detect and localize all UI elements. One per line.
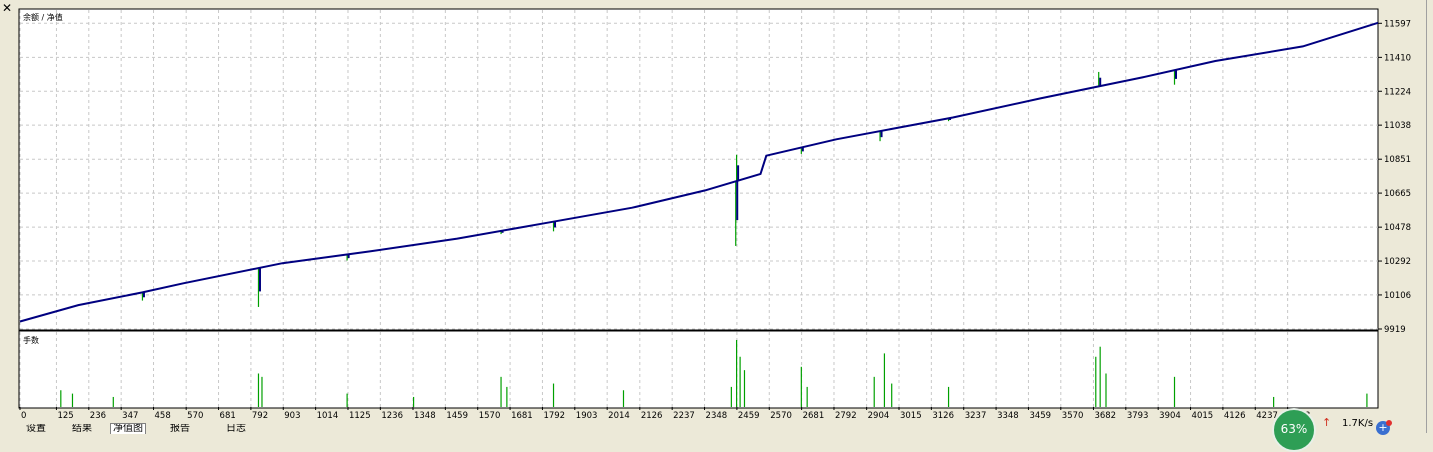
y-tick-label: 10665 [1384, 189, 1411, 199]
x-tick-label: 1236 [381, 411, 403, 421]
x-tick-label: 903 [284, 411, 300, 421]
x-tick-label: 681 [220, 411, 236, 421]
notification-dot [1386, 420, 1392, 426]
x-tick-label: 570 [187, 411, 203, 421]
x-tick-label: 2348 [706, 411, 728, 421]
x-tick-label: 1681 [511, 411, 533, 421]
x-tick-label: 3126 [932, 411, 954, 421]
x-tick-label: 2904 [868, 411, 890, 421]
x-tick-label: 2014 [608, 411, 630, 421]
tab-equity-graph[interactable]: 净值图 [110, 423, 146, 434]
y-tick-label: 11597 [1384, 19, 1411, 29]
x-tick-label: 3682 [1094, 411, 1116, 421]
x-tick-label: 2237 [673, 411, 695, 421]
x-tick-label: 236 [90, 411, 106, 421]
y-tick-label: 11224 [1384, 87, 1411, 97]
x-tick-label: 4126 [1224, 411, 1246, 421]
x-tick-label: 1459 [446, 411, 468, 421]
x-tick-label: 1014 [317, 411, 339, 421]
x-tick-label: 2459 [738, 411, 760, 421]
x-tick-label: 2792 [835, 411, 857, 421]
x-tick-label: 1570 [479, 411, 501, 421]
x-tick-label: 3904 [1159, 411, 1181, 421]
network-speed: 1.7K/s [1342, 418, 1374, 429]
performance-meter: 63% [1272, 408, 1316, 452]
y-tick-label: 9919 [1384, 325, 1406, 335]
y-tick-label: 10478 [1384, 223, 1411, 233]
close-icon[interactable]: ✕ [1, 2, 13, 14]
x-tick-label: 2126 [641, 411, 663, 421]
x-tick-label: 1903 [576, 411, 598, 421]
x-tick-label: 2570 [770, 411, 792, 421]
upload-arrow-icon: ↑ [1322, 416, 1332, 429]
y-axis-labels: 11597 11410 11224 11038 10851 10665 10478 10292… [1384, 19, 1411, 335]
x-tick-label: 3459 [1029, 411, 1051, 421]
x-tick-label: 2681 [803, 411, 825, 421]
x-tick-label: 3015 [900, 411, 922, 421]
x-tick-label: 1348 [414, 411, 436, 421]
balance-panel-title: 余额 / 净值 [23, 12, 63, 22]
x-tick-label: 1792 [543, 411, 565, 421]
equity-chart: 11597 11410 11224 11038 10851 10665 10478 10292… [18, 8, 1411, 421]
x-tick-label: 1125 [349, 411, 371, 421]
x-tick-label: 792 [252, 411, 268, 421]
x-tick-label: 4015 [1192, 411, 1214, 421]
strategy-tester-window: ✕ 11597 11410 11224 11038 10851 10665 10478 102… [0, 0, 1433, 452]
y-tick-label: 10851 [1384, 155, 1411, 165]
x-tick-label: 347 [122, 411, 138, 421]
y-tick-label: 10292 [1384, 257, 1411, 267]
x-tick-label: 125 [57, 411, 73, 421]
x-tick-label: 458 [155, 411, 171, 421]
y-tick-label: 11410 [1384, 53, 1411, 63]
x-tick-label: 3570 [1062, 411, 1084, 421]
y-tick-label: 10106 [1384, 291, 1411, 301]
lots-panel-title: 手数 [23, 335, 39, 345]
x-tick-label: 3237 [965, 411, 987, 421]
balance-tick-ticks [1378, 22, 1382, 330]
x-tick-label: 0 [21, 411, 26, 421]
left-frame [0, 0, 16, 433]
x-tick-label: 3348 [997, 411, 1019, 421]
x-tick-label: 3793 [1127, 411, 1149, 421]
y-tick-label: 11038 [1384, 121, 1411, 131]
right-frame [1426, 0, 1433, 433]
tab-bar: 设置 结果 净值图 报告 日志 [16, 423, 1426, 434]
x-axis-labels: 0 125 236 347 458 570 681 792 903 1014 1125 1236 134… [19, 407, 1310, 421]
